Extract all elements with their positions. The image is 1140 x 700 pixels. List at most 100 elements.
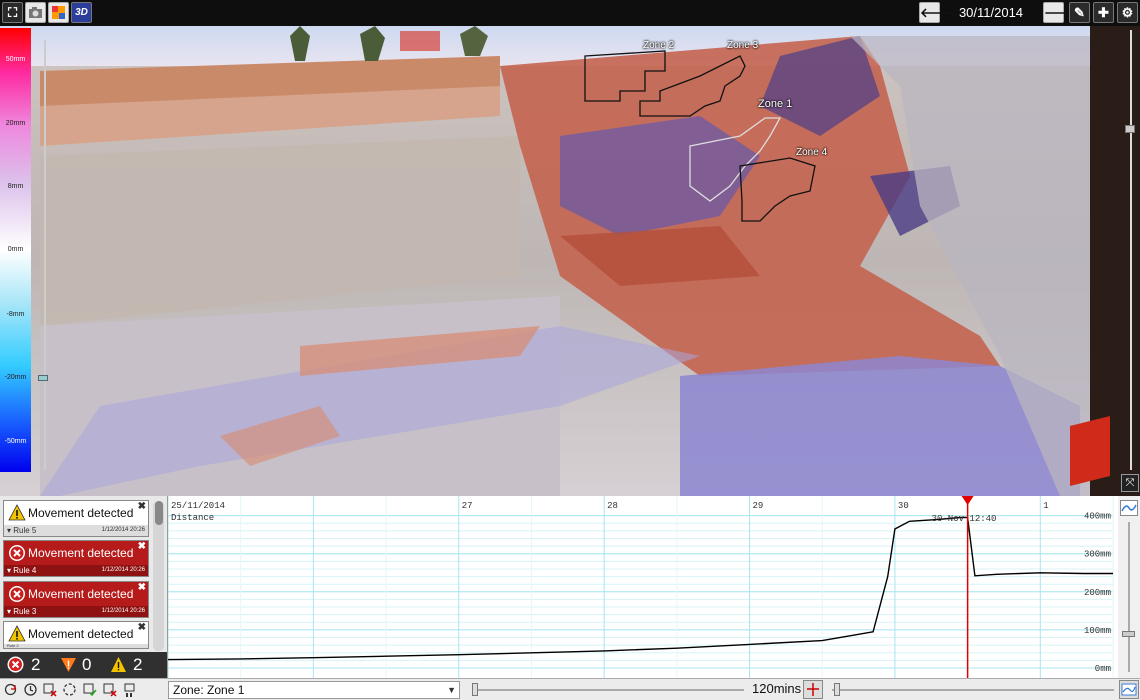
alert-title: Movement detected bbox=[28, 627, 134, 641]
alert-item[interactable]: Movement detected ✖ ▾ Rule 4 1/12/2014 2… bbox=[3, 540, 149, 577]
playback-slider-handle[interactable] bbox=[834, 683, 840, 696]
alert-time: 1/12/2014 20:26 bbox=[101, 567, 145, 573]
x-tick-label: 1 bbox=[1043, 501, 1048, 511]
close-icon[interactable]: ✖ bbox=[138, 582, 146, 593]
y-tick-label: 0mm bbox=[1095, 664, 1111, 674]
zone-2-label[interactable]: Zone 2 bbox=[643, 40, 674, 51]
alert-rule-label: Rule 2 bbox=[7, 643, 19, 648]
x-tick-label: 27 bbox=[462, 501, 473, 511]
alert-title: Movement detected bbox=[28, 587, 134, 601]
arrow-left-icon[interactable]: 🡐 bbox=[919, 2, 955, 23]
y-tick-label: 300mm bbox=[1084, 550, 1111, 560]
scale-label: 8mm bbox=[7, 183, 24, 190]
chart-scale-slider-handle[interactable] bbox=[1122, 631, 1135, 637]
scale-label: -8mm bbox=[6, 311, 25, 318]
time-range-slider-track[interactable] bbox=[472, 689, 744, 691]
alert-time: 1/12/2014 20:26 bbox=[101, 527, 145, 533]
3d-view-icon[interactable]: 3D bbox=[71, 2, 92, 23]
chevron-down-icon[interactable]: ▼ bbox=[447, 682, 456, 698]
time-window-label: 120mins bbox=[752, 681, 802, 696]
alert-time: 1/12/2014 20:26 bbox=[101, 608, 145, 614]
chart-toggle-icon[interactable] bbox=[1119, 680, 1139, 699]
zone-select[interactable]: Zone: Zone 1 ▼ bbox=[168, 681, 460, 699]
pit-photo-overlay bbox=[0, 26, 1140, 496]
gear-icon[interactable]: ⚙ bbox=[1117, 2, 1138, 23]
pause-icon[interactable] bbox=[122, 682, 137, 697]
zoom-slider-track[interactable] bbox=[1130, 30, 1132, 470]
x-tick-label: 29 bbox=[753, 501, 764, 511]
app-window: ⛶ 3D 🡐 30/11/2014 12:40 🡒 ✎ ✚ ⚙ bbox=[0, 0, 1140, 700]
camera-icon[interactable] bbox=[25, 2, 46, 23]
zoom-slider-handle[interactable] bbox=[1125, 125, 1135, 133]
playback-slider-track[interactable] bbox=[832, 689, 1114, 691]
opacity-slider-track[interactable] bbox=[44, 40, 46, 470]
alert-rule-label: Rule 5 bbox=[13, 526, 37, 535]
scale-label: 50mm bbox=[5, 56, 26, 63]
displacement-chart[interactable]: 25/11/2014 27 28 29 30 1 Distance 400mm 300mm 200… bbox=[167, 496, 1118, 678]
chart-settings-icon[interactable] bbox=[1120, 500, 1138, 516]
time-cursor-label: 30-Nov 12:40 bbox=[932, 514, 997, 524]
arrow-right-icon[interactable]: 🡒 bbox=[1043, 2, 1079, 23]
scale-label: -20mm bbox=[4, 374, 27, 381]
refresh-icon[interactable] bbox=[62, 682, 77, 697]
warning-icon bbox=[8, 625, 26, 642]
close-icon[interactable]: ✖ bbox=[138, 622, 146, 633]
warning-icon bbox=[8, 504, 26, 521]
warning-count-icon bbox=[111, 657, 126, 672]
close-icon[interactable]: ✖ bbox=[138, 541, 146, 552]
scale-label: 20mm bbox=[5, 120, 26, 127]
zone-3-label[interactable]: Zone 3 bbox=[727, 40, 758, 51]
y-tick-label: 100mm bbox=[1084, 626, 1111, 636]
expand-icon[interactable]: ⛶ bbox=[2, 2, 23, 23]
alert-item[interactable]: Movement detected ✖ Rule 2 bbox=[3, 621, 149, 649]
opacity-slider-handle[interactable] bbox=[38, 375, 48, 381]
warning-count: 2 bbox=[133, 655, 143, 674]
scale-label: -50mm bbox=[4, 438, 27, 445]
chart-scale-slider-track[interactable] bbox=[1128, 522, 1130, 672]
radar-image-view[interactable]: Zone 2 Zone 3 Zone 1 Zone 4 bbox=[0, 26, 1140, 496]
chart-canvas: 25/11/2014 27 28 29 30 1 Distance 400mm 300mm 200… bbox=[167, 496, 1114, 678]
fit-view-icon[interactable]: ⤧ bbox=[1121, 474, 1139, 492]
y-tick-label: 200mm bbox=[1084, 588, 1111, 598]
zone-select-value: Zone: Zone 1 bbox=[173, 683, 245, 697]
x-tick-label: 25/11/2014 bbox=[171, 501, 225, 511]
current-datetime: 30/11/2014 12:40 bbox=[958, 5, 1024, 40]
alerts-panel: Movement detected ✖ ▾ Rule 5 1/12/2014 2… bbox=[0, 496, 168, 678]
confirm-icon[interactable] bbox=[82, 682, 97, 697]
caution-count-icon bbox=[61, 658, 76, 672]
bottom-toolbar: Zone: Zone 1 ▼ 120mins bbox=[0, 678, 1140, 700]
reset-view-icon[interactable] bbox=[3, 682, 18, 697]
alert-counts-bar: 2 0 2 bbox=[0, 652, 167, 678]
alert-item[interactable]: Movement detected ✖ ▾ Rule 5 1/12/2014 2… bbox=[3, 500, 149, 537]
time-range-slider-handle[interactable] bbox=[472, 683, 478, 696]
x-axis-label: Distance bbox=[171, 513, 214, 523]
alert-item[interactable]: Movement detected ✖ ▾ Rule 3 1/12/2014 2… bbox=[3, 581, 149, 618]
alert-rule: Rule 2 bbox=[4, 644, 148, 648]
zone-4-label[interactable]: Zone 4 bbox=[796, 147, 827, 158]
remove-icon[interactable] bbox=[102, 682, 117, 697]
pencil-icon[interactable]: ✎ bbox=[1069, 2, 1090, 23]
top-toolbar: ⛶ 3D 🡐 30/11/2014 12:40 🡒 ✎ ✚ ⚙ bbox=[0, 0, 1140, 40]
color-palette-icon[interactable] bbox=[48, 2, 69, 23]
caution-count: 0 bbox=[82, 655, 92, 674]
delete-zone-icon[interactable] bbox=[42, 682, 57, 697]
x-tick-label: 30 bbox=[898, 501, 909, 511]
x-tick-label: 28 bbox=[607, 501, 618, 511]
y-tick-label: 400mm bbox=[1084, 512, 1111, 522]
error-icon bbox=[9, 586, 25, 602]
chart-side-controls bbox=[1118, 496, 1140, 678]
alert-rule-label: Rule 3 bbox=[13, 607, 37, 616]
plus-icon[interactable]: ✚ bbox=[1093, 2, 1114, 23]
alarm-count-icon bbox=[7, 656, 24, 673]
alert-rule-label: Rule 4 bbox=[13, 566, 37, 575]
alert-title: Movement detected bbox=[28, 546, 134, 560]
alerts-scrollbar-thumb[interactable] bbox=[155, 501, 163, 525]
alert-title: Movement detected bbox=[28, 506, 134, 520]
alarm-count: 2 bbox=[31, 655, 41, 674]
marker-tool-icon[interactable] bbox=[803, 680, 823, 699]
zone-1-label[interactable]: Zone 1 bbox=[758, 98, 792, 110]
close-icon[interactable]: ✖ bbox=[138, 501, 146, 512]
history-icon[interactable] bbox=[23, 682, 38, 697]
time-cursor-handle bbox=[961, 496, 974, 505]
scale-label: 0mm bbox=[7, 246, 24, 253]
